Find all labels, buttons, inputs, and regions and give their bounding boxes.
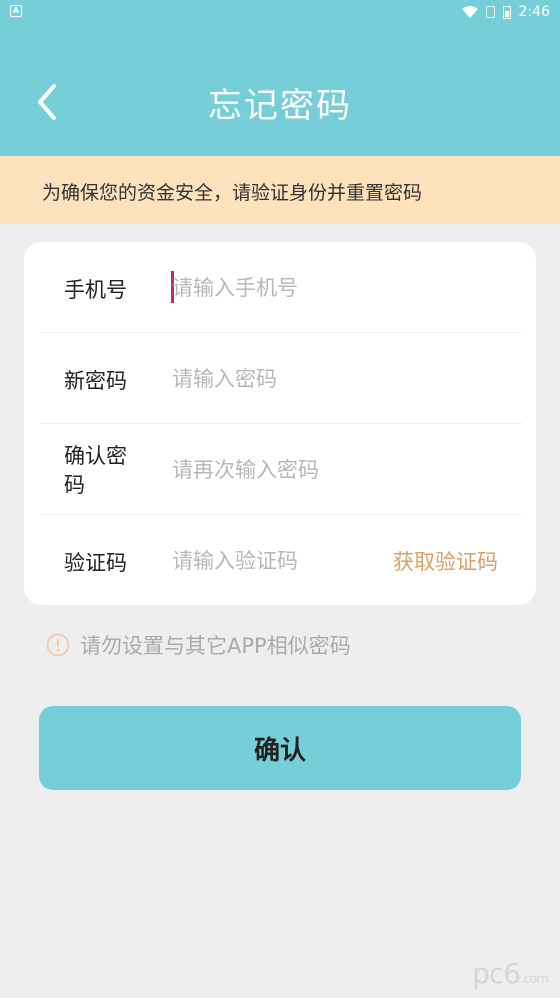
status-icons: 2:46: [461, 3, 550, 21]
warning-circle-icon: [46, 633, 70, 657]
header: A 2:46 忘记密码: [0, 0, 560, 156]
confirm-password-row: 确认密 码: [40, 424, 522, 515]
notification-a-icon: A: [10, 5, 22, 17]
confirm-password-label: 确认密 码: [64, 442, 127, 500]
battery-icon: [502, 5, 511, 19]
security-notice-bar: 为确保您的资金安全，请验证身份并重置密码: [0, 156, 560, 224]
security-notice-text: 为确保您的资金安全，请验证身份并重置密码: [42, 182, 423, 204]
wifi-icon: [461, 6, 478, 18]
new-password-input[interactable]: [172, 363, 382, 395]
confirm-password-input[interactable]: [172, 454, 382, 486]
new-password-row: 新密码: [40, 333, 522, 424]
page-title: 忘记密码: [208, 86, 352, 126]
verification-code-input[interactable]: [172, 545, 382, 577]
sim-icon: [485, 6, 495, 18]
confirm-password-label-line1: 确认密: [64, 444, 127, 468]
phone-label: 手机号: [64, 278, 127, 302]
reset-form-card: 手机号 新密码 确认密 码 验证码 获取验证码: [24, 242, 536, 605]
phone-input[interactable]: [172, 272, 382, 304]
status-bar: A 2:46: [0, 0, 560, 24]
get-code-button[interactable]: 获取验证码: [393, 546, 498, 576]
verification-code-label: 验证码: [64, 551, 127, 575]
password-tip-text: 请勿设置与其它APP相似密码: [80, 634, 351, 658]
confirm-password-label-line2: 码: [64, 473, 85, 497]
new-password-label: 新密码: [64, 369, 127, 393]
watermark-suffix: .com: [520, 972, 549, 987]
verification-code-row: 验证码 获取验证码: [40, 515, 522, 606]
pc6-watermark: pc6.com: [472, 957, 549, 990]
status-time: 2:46: [518, 4, 550, 20]
watermark-brand: pc6: [472, 957, 521, 990]
confirm-button[interactable]: 确认: [39, 706, 521, 790]
password-tip: 请勿设置与其它APP相似密码: [46, 630, 351, 660]
phone-row: 手机号: [40, 242, 522, 333]
